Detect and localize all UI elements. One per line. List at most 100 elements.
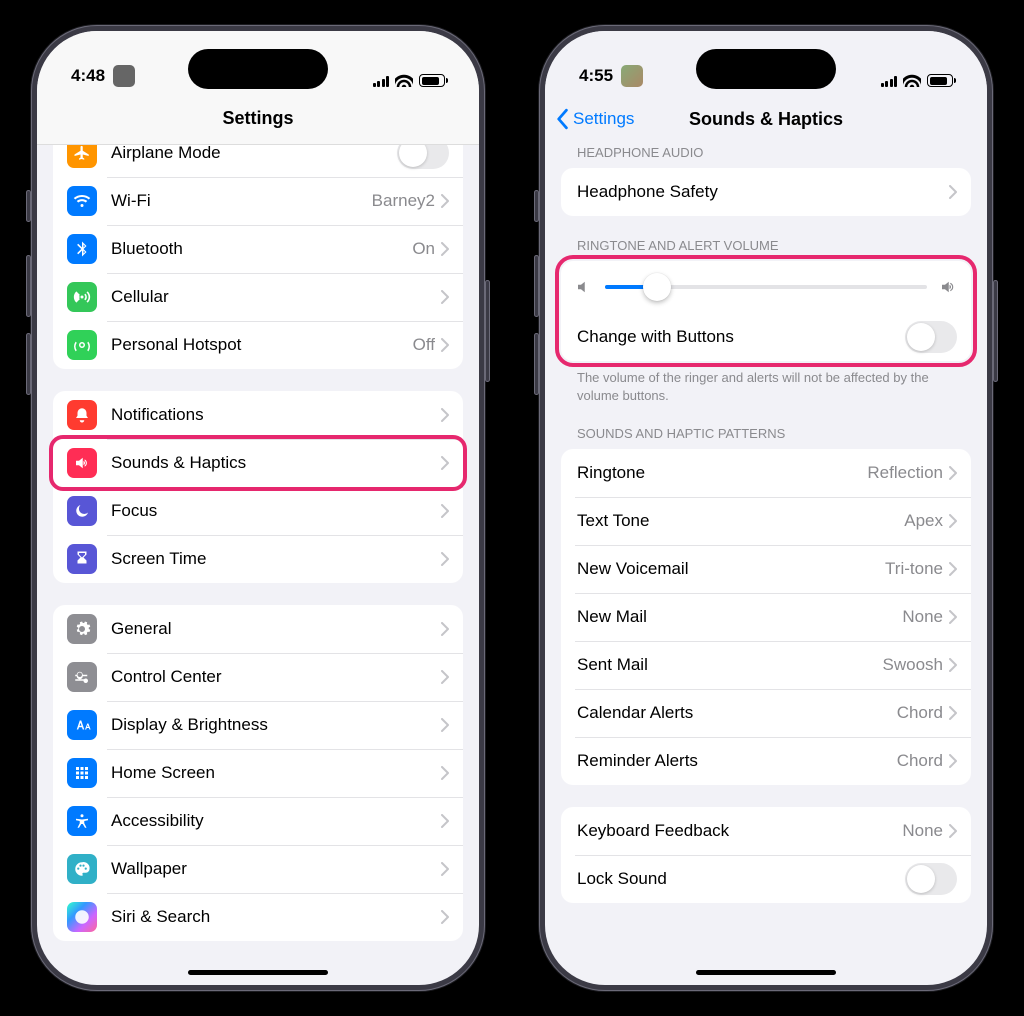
cell-icon: [67, 282, 97, 312]
row-label: Lock Sound: [577, 869, 905, 889]
row-airplane-mode[interactable]: Airplane Mode: [53, 145, 463, 177]
row-cellular[interactable]: Cellular: [53, 273, 463, 321]
chevron-right-icon: [949, 824, 957, 838]
phone-frame-right: 4:55 Settings Sounds & Haptics HEADPHONE…: [539, 25, 993, 991]
row-notifications[interactable]: Notifications: [53, 391, 463, 439]
row-screen-time[interactable]: Screen Time: [53, 535, 463, 583]
speaker-low-icon: [575, 278, 593, 296]
chevron-right-icon: [949, 466, 957, 480]
row-detail: On: [412, 239, 435, 259]
row-label: Airplane Mode: [111, 145, 397, 163]
cell-signal-icon: [373, 75, 390, 87]
row-label: Cellular: [111, 287, 441, 307]
row-change-with-buttons[interactable]: Change with Buttons: [561, 313, 971, 361]
toggle[interactable]: [905, 321, 957, 353]
chevron-right-icon: [441, 290, 449, 304]
home-indicator[interactable]: [696, 970, 836, 975]
battery-icon: [419, 74, 445, 87]
row-label: Reminder Alerts: [577, 751, 897, 771]
row-label: Focus: [111, 501, 441, 521]
section-header: RINGTONE AND ALERT VOLUME: [561, 238, 971, 261]
row-detail: Barney2: [372, 191, 435, 211]
battery-icon: [927, 74, 953, 87]
row-control-center[interactable]: Control Center: [53, 653, 463, 701]
row-display-brightness[interactable]: Display & Brightness: [53, 701, 463, 749]
row-sent-mail[interactable]: Sent MailSwoosh: [561, 641, 971, 689]
page-title: Settings: [222, 108, 293, 129]
phone-frame-left: 4:48 Settings Airplane ModeWi-FiBarney2B…: [31, 25, 485, 991]
chevron-right-icon: [441, 504, 449, 518]
grid-icon: [67, 758, 97, 788]
toggle[interactable]: [397, 145, 449, 169]
wall-icon: [67, 854, 97, 884]
sound-icon: [67, 448, 97, 478]
row-detail: Chord: [897, 751, 943, 771]
row-siri-search[interactable]: Siri & Search: [53, 893, 463, 941]
row-label: Calendar Alerts: [577, 703, 897, 723]
siri-icon: [67, 902, 97, 932]
row-ringtone[interactable]: RingtoneReflection: [561, 449, 971, 497]
row-label: Siri & Search: [111, 907, 441, 927]
row-sounds-haptics[interactable]: Sounds & Haptics: [53, 439, 463, 487]
row-calendar-alerts[interactable]: Calendar AlertsChord: [561, 689, 971, 737]
back-button[interactable]: Settings: [555, 93, 634, 145]
row-bluetooth[interactable]: BluetoothOn: [53, 225, 463, 273]
row-headphone-safety[interactable]: Headphone Safety: [561, 168, 971, 216]
row-new-mail[interactable]: New MailNone: [561, 593, 971, 641]
row-label: Bluetooth: [111, 239, 412, 259]
row-label: Sounds & Haptics: [111, 453, 441, 473]
home-indicator[interactable]: [188, 970, 328, 975]
row-wallpaper[interactable]: Wallpaper: [53, 845, 463, 893]
row-label: Wi-Fi: [111, 191, 372, 211]
aa-icon: [67, 710, 97, 740]
row-home-screen[interactable]: Home Screen: [53, 749, 463, 797]
row-keyboard-feedback[interactable]: Keyboard FeedbackNone: [561, 807, 971, 855]
chevron-right-icon: [441, 862, 449, 876]
row-label: Keyboard Feedback: [577, 821, 902, 841]
row-lock-sound[interactable]: Lock Sound: [561, 855, 971, 903]
row-label: Home Screen: [111, 763, 441, 783]
chevron-right-icon: [441, 766, 449, 780]
bell-icon: [67, 400, 97, 430]
row-label: Wallpaper: [111, 859, 441, 879]
row-label: Text Tone: [577, 511, 904, 531]
page-title: Sounds & Haptics: [689, 109, 843, 130]
row-new-voicemail[interactable]: New VoicemailTri-tone: [561, 545, 971, 593]
toggle[interactable]: [905, 863, 957, 895]
row-label: Headphone Safety: [577, 182, 949, 202]
chevron-right-icon: [949, 514, 957, 528]
row-detail: None: [902, 607, 943, 627]
sounds-haptics-list[interactable]: HEADPHONE AUDIOHeadphone SafetyRINGTONE …: [545, 145, 987, 985]
row-text-tone[interactable]: Text ToneApex: [561, 497, 971, 545]
chevron-right-icon: [949, 706, 957, 720]
row-personal-hotspot[interactable]: Personal HotspotOff: [53, 321, 463, 369]
row-accessibility[interactable]: Accessibility: [53, 797, 463, 845]
row-focus[interactable]: Focus: [53, 487, 463, 535]
row-reminder-alerts[interactable]: Reminder AlertsChord: [561, 737, 971, 785]
row-general[interactable]: General: [53, 605, 463, 653]
row-label: Notifications: [111, 405, 441, 425]
row-detail: Off: [413, 335, 435, 355]
settings-list[interactable]: Airplane ModeWi-FiBarney2BluetoothOnCell…: [37, 145, 479, 985]
wifi-icon: [903, 74, 921, 87]
cc-icon: [67, 662, 97, 692]
dynamic-island: [696, 49, 836, 89]
chevron-right-icon: [441, 338, 449, 352]
chevron-right-icon: [949, 754, 957, 768]
chevron-right-icon: [441, 456, 449, 470]
chevron-right-icon: [441, 670, 449, 684]
gear-icon: [67, 614, 97, 644]
section-footer: The volume of the ringer and alerts will…: [561, 361, 971, 404]
dynamic-island: [188, 49, 328, 89]
row-label: Accessibility: [111, 811, 441, 831]
chevron-right-icon: [441, 910, 449, 924]
live-activity-icon: [113, 65, 135, 87]
chevron-right-icon: [949, 610, 957, 624]
back-label: Settings: [573, 109, 634, 129]
row-label: Control Center: [111, 667, 441, 687]
live-activity-icon: [621, 65, 643, 87]
row-wi-fi[interactable]: Wi-FiBarney2: [53, 177, 463, 225]
row-detail: Tri-tone: [885, 559, 943, 579]
volume-slider[interactable]: [605, 285, 927, 289]
wifi-icon: [67, 186, 97, 216]
